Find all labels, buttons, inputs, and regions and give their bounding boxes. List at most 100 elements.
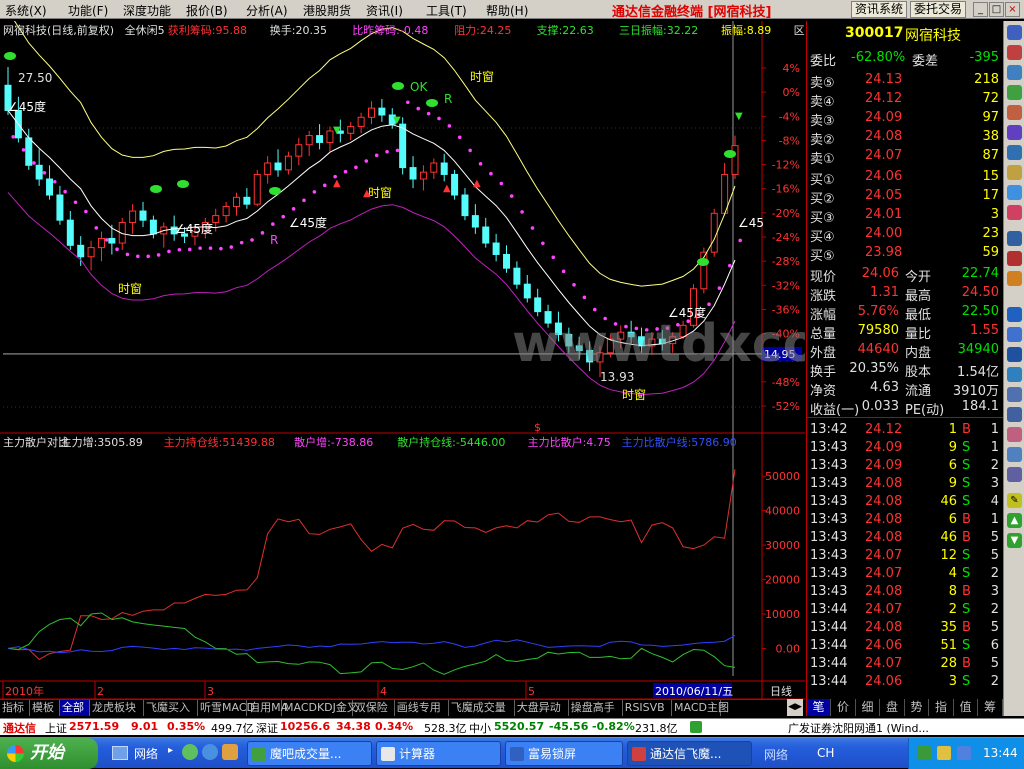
sell-row[interactable]: 卖④ 24.12 72: [807, 90, 1003, 110]
tab-indicator-7[interactable]: MACDKDJ金叉: [282, 700, 358, 716]
tab-indicator-5[interactable]: 听雪MACD: [198, 700, 255, 716]
tick-row[interactable]: 13:44 24.07 28 B 5: [807, 655, 1003, 673]
arrow-down-icon[interactable]: ▼: [1007, 533, 1022, 548]
tab-indicator-8[interactable]: 双保险: [353, 700, 395, 716]
tab-indicator-3[interactable]: 龙虎板块: [90, 700, 144, 716]
tick-row[interactable]: 13:43 24.09 6 S 2: [807, 457, 1003, 475]
tool-icon-3[interactable]: [1007, 65, 1022, 80]
tray-icon-1[interactable]: [917, 746, 931, 760]
tool-icon-7[interactable]: [1007, 145, 1022, 160]
tab-indicator-4[interactable]: 飞魔买入: [144, 700, 198, 716]
tick-row[interactable]: 13:43 24.07 4 S 2: [807, 565, 1003, 583]
quote-tab-1[interactable]: 价: [831, 699, 856, 716]
sell-row[interactable]: 卖① 24.07 87: [807, 147, 1003, 167]
tool-icon-4[interactable]: [1007, 85, 1022, 100]
menu-quote[interactable]: 报价(B): [186, 2, 228, 19]
tool-icon-15[interactable]: [1007, 327, 1022, 342]
tool-icon-22[interactable]: [1007, 467, 1022, 482]
quote-tab-2[interactable]: 细: [856, 699, 880, 716]
tick-row[interactable]: 13:44 24.08 35 B 5: [807, 619, 1003, 637]
tab-indicator-1[interactable]: 模板: [30, 700, 60, 716]
tab-indicator-11[interactable]: 大盘异动: [515, 700, 569, 716]
tool-icon-14[interactable]: [1007, 307, 1022, 322]
quicklaunch-icon-3[interactable]: [222, 744, 238, 760]
tray-network-label[interactable]: 网络: [764, 746, 788, 763]
tick-row[interactable]: 13:43 24.08 46 S 4: [807, 493, 1003, 511]
network-icon[interactable]: [112, 746, 128, 760]
network-menu-icon[interactable]: ▸: [168, 745, 173, 756]
tool-icon-20[interactable]: [1007, 427, 1022, 442]
tick-row[interactable]: 13:43 24.07 12 S 5: [807, 547, 1003, 565]
tool-icon-19[interactable]: [1007, 407, 1022, 422]
tool-icon-11[interactable]: [1007, 231, 1022, 246]
quote-tab-4[interactable]: 势: [905, 699, 929, 716]
arrow-up-icon[interactable]: ▲: [1007, 513, 1022, 528]
menu-deep-function[interactable]: 深度功能: [123, 2, 171, 19]
buy-row[interactable]: 买⑤ 23.98 59: [807, 244, 1003, 264]
tool-icon-12[interactable]: [1007, 251, 1022, 266]
menu-system[interactable]: 系统(X): [5, 2, 47, 19]
menu-hk-futures[interactable]: 港股期货: [303, 2, 351, 19]
tab-indicator-2[interactable]: 全部: [60, 700, 90, 716]
buy-row[interactable]: 买③ 24.01 3: [807, 206, 1003, 226]
start-button[interactable]: 开始: [0, 738, 98, 769]
tool-icon-10[interactable]: [1007, 205, 1022, 220]
quote-tab-5[interactable]: 指: [929, 699, 954, 716]
tool-icon-17[interactable]: [1007, 367, 1022, 382]
sell-row[interactable]: 卖③ 24.09 97: [807, 109, 1003, 129]
tool-icon-5[interactable]: [1007, 105, 1022, 120]
tool-icon-1[interactable]: [1007, 25, 1022, 40]
tray-lang[interactable]: CH: [817, 746, 834, 760]
sell-row[interactable]: 卖⑤ 24.13 218: [807, 71, 1003, 91]
tick-row[interactable]: 13:43 24.08 8 B 3: [807, 583, 1003, 601]
tick-row[interactable]: 13:44 24.06 51 S 6: [807, 637, 1003, 655]
tool-icon-2[interactable]: [1007, 45, 1022, 60]
menu-analysis[interactable]: 分析(A): [246, 2, 288, 19]
tab-indicator-12[interactable]: 操盘高手: [569, 700, 623, 716]
pencil-icon[interactable]: ✎: [1007, 493, 1022, 508]
buy-row[interactable]: 买② 24.05 17: [807, 187, 1003, 207]
network-label[interactable]: 网络: [134, 745, 158, 762]
quicklaunch-icon-1[interactable]: [182, 744, 198, 760]
tick-row[interactable]: 13:44 24.06 3 S 2: [807, 673, 1003, 691]
tick-row[interactable]: 13:43 24.08 6 B 1: [807, 511, 1003, 529]
tool-icon-21[interactable]: [1007, 447, 1022, 462]
tab-indicator-9[interactable]: 画线专用: [395, 700, 449, 716]
tab-indicator-10[interactable]: 飞魔成交量: [449, 700, 515, 716]
tick-row[interactable]: 13:43 24.08 46 B 5: [807, 529, 1003, 547]
chart-area[interactable]: 4% 0% -4% -8% -12% -16% -20% -24% -28% -32% -36% -4…: [0, 21, 805, 701]
buy-row[interactable]: 买④ 24.00 23: [807, 225, 1003, 245]
server-info[interactable]: 广发证券沈阳网通1 (Wind...: [788, 720, 929, 735]
tool-icon-13[interactable]: [1007, 271, 1022, 286]
tool-icon-16[interactable]: [1007, 347, 1022, 362]
task-tdx[interactable]: 通达信飞魔...: [627, 741, 752, 766]
task-lockscreen[interactable]: 富易锁屏: [505, 741, 623, 766]
tick-row[interactable]: 13:43 24.08 9 S 3: [807, 475, 1003, 493]
tick-row[interactable]: 13:43 24.09 9 S 1: [807, 439, 1003, 457]
quote-tab-3[interactable]: 盘: [880, 699, 905, 716]
menu-news[interactable]: 资讯(I): [366, 2, 403, 19]
tick-row[interactable]: 13:44 24.07 2 S 2: [807, 601, 1003, 619]
trade-button[interactable]: 委托交易: [910, 1, 967, 18]
tray-icon-3[interactable]: [957, 746, 971, 760]
tab-indicator-0[interactable]: 指标: [0, 700, 30, 716]
tool-icon-9[interactable]: [1007, 185, 1022, 200]
minimize-icon[interactable]: _: [973, 2, 988, 17]
tab-indicator-14[interactable]: MACD主图: [672, 700, 729, 716]
sell-row[interactable]: 卖② 24.08 38: [807, 128, 1003, 148]
tray-icon-2[interactable]: [937, 746, 951, 760]
menu-function[interactable]: 功能(F): [68, 2, 108, 19]
tab-indicator-13[interactable]: RSISVB: [623, 700, 672, 716]
tool-icon-8[interactable]: [1007, 165, 1022, 180]
menu-tools[interactable]: 工具(T): [426, 2, 467, 19]
menu-help[interactable]: 帮助(H): [486, 2, 528, 19]
info-system-button[interactable]: 资讯系统: [851, 1, 908, 18]
quote-tab-6[interactable]: 值: [954, 699, 978, 716]
maximize-icon[interactable]: □: [989, 2, 1004, 17]
tab-indicator-6[interactable]: 自用MA: [247, 700, 288, 716]
tool-icon-18[interactable]: [1007, 387, 1022, 402]
task-calculator[interactable]: 计算器: [376, 741, 501, 766]
tick-row[interactable]: 13:42 24.12 1 B 1: [807, 421, 1003, 439]
quote-tab-0[interactable]: 笔: [807, 699, 831, 716]
quicklaunch-icon-2[interactable]: [202, 744, 218, 760]
